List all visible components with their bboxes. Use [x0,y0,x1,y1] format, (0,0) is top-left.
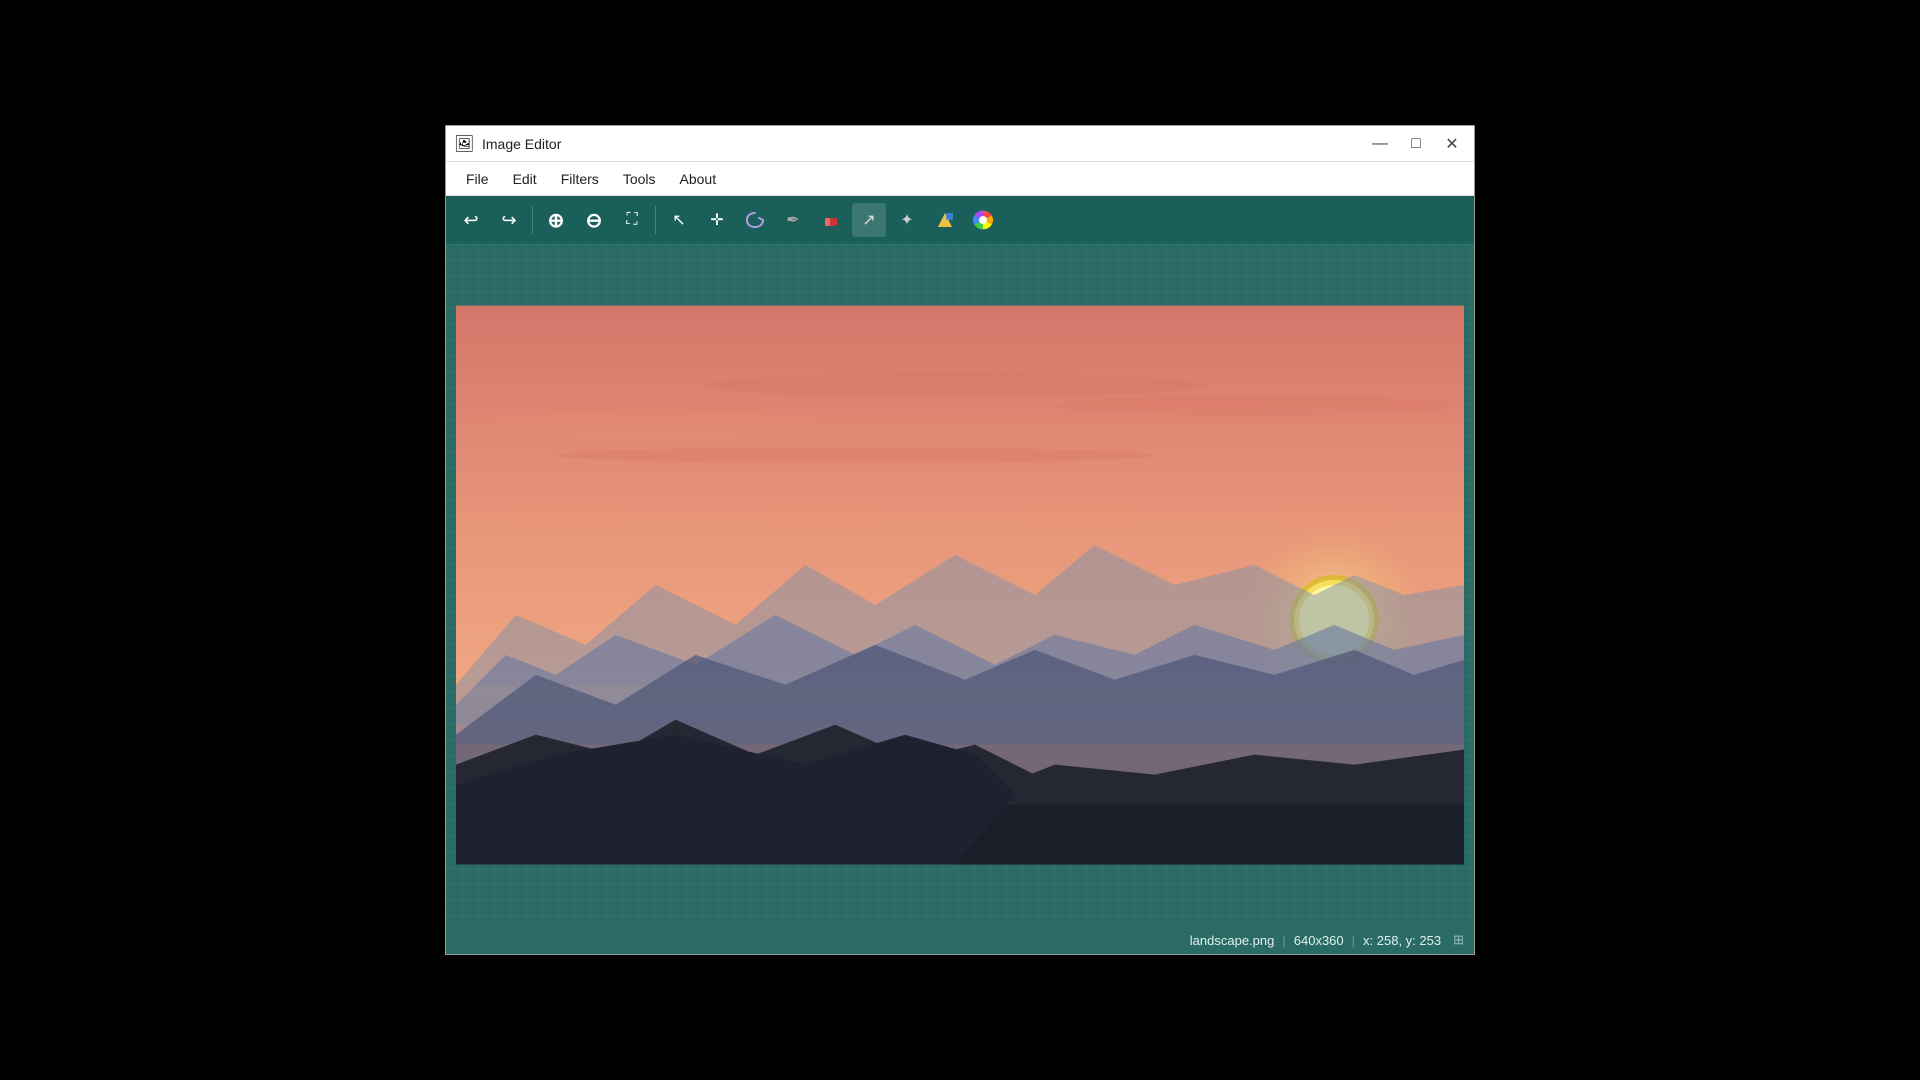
status-icon: ⊞ [1453,932,1464,948]
app-icon: 🖼 [454,134,474,154]
cursor-tool-button[interactable]: ↗ [852,203,886,237]
undo-button[interactable]: ↩ [454,203,488,237]
menu-edit[interactable]: Edit [503,167,547,191]
close-button[interactable]: ✕ [1438,130,1466,158]
menu-filters[interactable]: Filters [551,167,609,191]
canvas-scroll[interactable] [446,244,1474,926]
window-controls: — □ ✕ [1366,130,1466,158]
maximize-button[interactable]: □ [1402,130,1430,158]
title-bar: 🖼 Image Editor — □ ✕ [446,126,1474,162]
window-title: Image Editor [482,136,561,152]
eraser-tool-button[interactable] [814,203,848,237]
status-coordinates: x: 258, y: 253 [1363,933,1441,948]
pen-tool-button[interactable]: ✒ [776,203,810,237]
canvas-image [456,305,1464,865]
minimize-button[interactable]: — [1366,130,1394,158]
status-bar: landscape.png | 640x360 | x: 258, y: 253… [446,926,1474,954]
zoom-out-button[interactable]: ⊖ [577,203,611,237]
select-tool-button[interactable]: ↖ [662,203,696,237]
zoom-in-button[interactable]: ⊕ [539,203,573,237]
status-filename: landscape.png [1190,933,1275,948]
magic-wand-button[interactable]: ✦ [890,203,924,237]
menu-about[interactable]: About [670,167,727,191]
color-wheel-button[interactable] [966,203,1000,237]
canvas-area [446,244,1474,926]
toolbar: ↩ ↪ ⊕ ⊖ ⛶ ↖ ✛ ✒ ↗ ✦ [446,196,1474,244]
toolbar-separator-1 [532,206,533,234]
shape-tool-button[interactable] [928,203,962,237]
status-dimensions: 640x360 [1294,933,1344,948]
move-tool-button[interactable]: ✛ [700,203,734,237]
toolbar-separator-2 [655,206,656,234]
menu-tools[interactable]: Tools [613,167,666,191]
menu-file[interactable]: File [456,167,499,191]
redo-button[interactable]: ↪ [492,203,526,237]
menu-bar: File Edit Filters Tools About [446,162,1474,196]
lasso-tool-button[interactable] [738,203,772,237]
fit-button[interactable]: ⛶ [615,203,649,237]
main-window: 🖼 Image Editor — □ ✕ File Edit Filters T… [445,125,1475,955]
title-bar-left: 🖼 Image Editor [454,134,561,154]
